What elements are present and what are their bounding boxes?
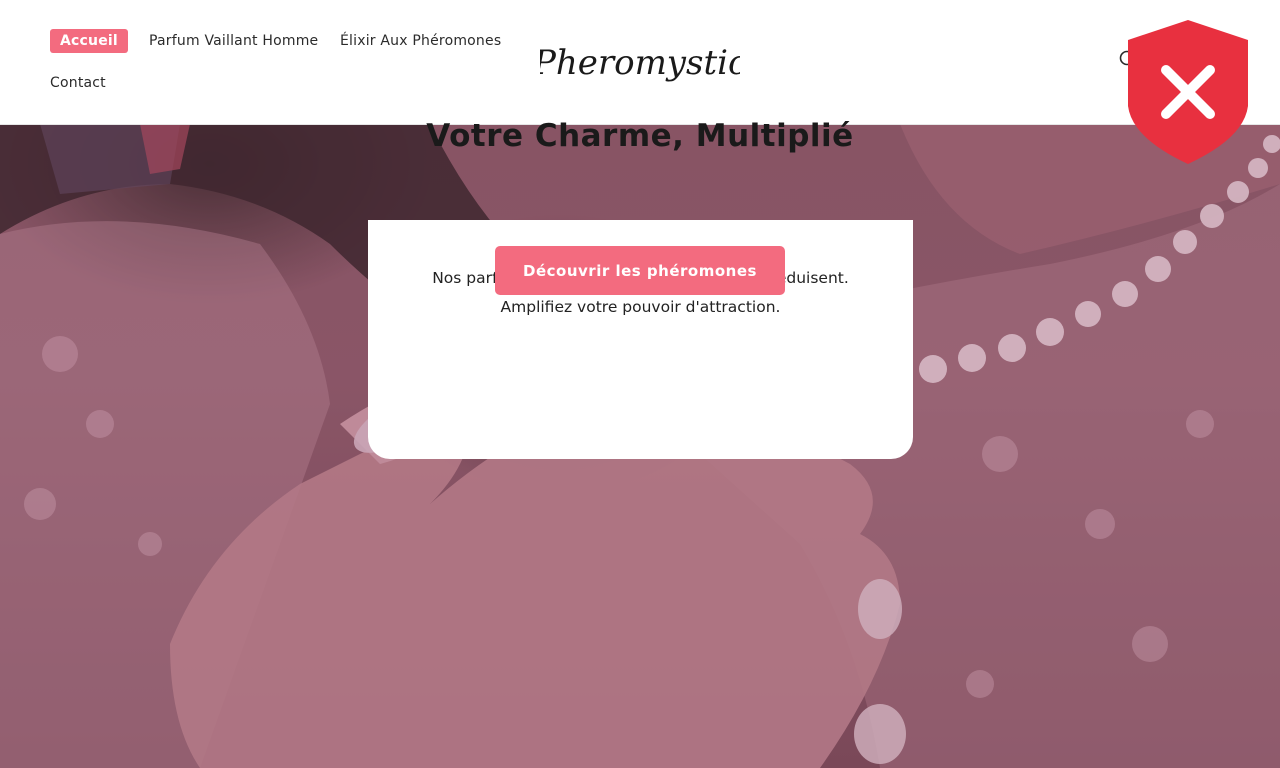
- hero-title: Votre Charme, Multiplié: [426, 118, 854, 154]
- hero-subtitle-line-2: Amplifiez votre pouvoir d'attraction.: [500, 298, 781, 316]
- discover-pheromones-button[interactable]: Découvrir les phéromones: [495, 246, 785, 295]
- nav-item-parfum-vaillant-homme[interactable]: Parfum Vaillant Homme: [149, 33, 318, 49]
- nav-item-contact[interactable]: Contact: [50, 75, 106, 91]
- nav-item-elixir-aux-pheromones[interactable]: Élixir Aux Phéromones: [340, 33, 501, 49]
- brand-logo[interactable]: Pheromystic: [540, 36, 740, 90]
- nav-item-accueil[interactable]: Accueil: [50, 29, 128, 53]
- site-header: Accueil Parfum Vaillant Homme Élixir Aux…: [0, 0, 1280, 125]
- shield-x-icon[interactable]: [1126, 20, 1250, 164]
- svg-text:Pheromystic: Pheromystic: [540, 43, 740, 83]
- hero-background-image: Nos parfums aux phéromones captivent et …: [0, 124, 1280, 768]
